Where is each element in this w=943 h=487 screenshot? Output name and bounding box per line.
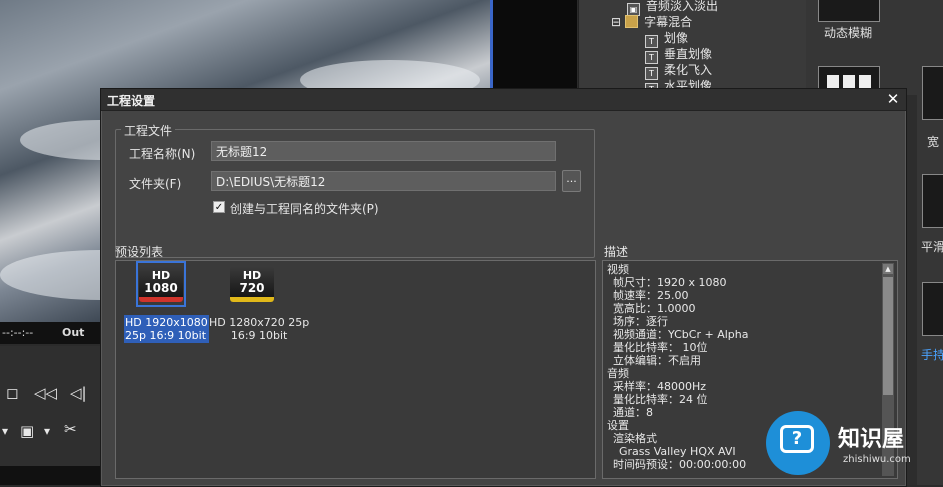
- desc-line: 立体编辑：不启用: [613, 354, 701, 367]
- hd-icon-top: HD: [242, 269, 262, 282]
- create-folder-checkbox[interactable]: ✓: [213, 201, 225, 213]
- watermark-subtitle: zhishiwu.com: [843, 454, 911, 465]
- preset-line2: 16:9 10bit: [230, 329, 288, 342]
- hd-1080-icon[interactable]: HD 1080: [139, 266, 183, 302]
- folder-label: 文件夹(F): [129, 177, 182, 191]
- hd-icon-bottom: 1080: [144, 281, 178, 295]
- grid-icon: [827, 75, 871, 89]
- transport-controls: ◻ ◁◁ ◁| ▾ ▣ ▾ ✂: [0, 346, 100, 466]
- thumb-label: 手持: [920, 348, 943, 362]
- folder-path-input[interactable]: D:\EDIUS\无标题12: [211, 171, 556, 191]
- preset-list: HD 1080 HD 1920x1080 25p 16:9 10bit HD 7…: [115, 260, 596, 479]
- preset-list-label: 预设列表: [115, 245, 164, 259]
- collapse-icon[interactable]: ⊟: [611, 15, 621, 29]
- tree-item[interactable]: ▣ 音频淡入淡出: [627, 0, 719, 16]
- desc-line: 帧尺寸：1920 x 1080: [613, 276, 727, 289]
- timecode-value: --:--:--: [2, 326, 34, 339]
- desc-line: 帧速率：25.00: [613, 289, 689, 302]
- create-folder-label: 创建与工程同名的文件夹(P): [230, 202, 379, 216]
- save-icon[interactable]: ▣: [20, 422, 34, 440]
- project-name-label: 工程名称(N): [129, 147, 196, 161]
- step-back-icon[interactable]: ◁|: [70, 384, 87, 402]
- tree-item[interactable]: T 柔化飞入: [645, 62, 713, 80]
- tree-item[interactable]: T 划像: [645, 30, 689, 48]
- watermark: ? 知识屋 zhishiwu.com: [766, 407, 943, 485]
- scroll-up-icon[interactable]: ▲: [883, 264, 893, 274]
- effects-tree: ▣音频淡入淡出 ⊟字幕混合 T划像 T垂直划像 T柔化飞入 T水平划像: [578, 0, 807, 96]
- question-bubble-icon: ?: [766, 411, 830, 475]
- scissors-icon[interactable]: ✂: [64, 420, 77, 438]
- scroll-thumb[interactable]: [883, 277, 893, 395]
- preset-line1: HD 1280x720 25p: [209, 316, 310, 329]
- watermark-title: 知识屋: [838, 427, 905, 452]
- tree-item-label: 划像: [664, 31, 689, 45]
- desc-line: Grass Valley HQX AVI: [619, 445, 736, 458]
- stop-icon[interactable]: ◻: [6, 384, 18, 402]
- thumb-label: 宽: [926, 135, 939, 149]
- desc-line: 通道：8: [613, 406, 653, 419]
- desc-line: 场序：逐行: [613, 315, 668, 328]
- tree-item-label: 垂直划像: [664, 47, 713, 61]
- preset-item-label[interactable]: HD 1920x1080 25p 16:9 10bit: [124, 315, 209, 343]
- desc-line: 量化比特率： 10位: [613, 341, 708, 354]
- desc-line: 视频通道：YCbCr + Alpha: [613, 328, 749, 341]
- hd-icon-bottom: 720: [239, 281, 265, 295]
- effect-thumb[interactable]: [922, 66, 943, 120]
- tree-item-label: 柔化飞入: [664, 63, 713, 77]
- dropdown-icon[interactable]: ▾: [44, 424, 50, 438]
- dropdown-icon[interactable]: ▾: [2, 424, 8, 438]
- hd-icon-top: HD: [151, 269, 171, 282]
- folder-icon: [625, 15, 639, 28]
- desc-line: 采样率：48000Hz: [613, 380, 707, 393]
- desc-line: 渲染格式: [613, 432, 657, 445]
- desc-line: 视频: [607, 263, 629, 276]
- dialog-titlebar[interactable]: 工程设置 ✕: [101, 89, 906, 111]
- effect-thumb[interactable]: [922, 282, 943, 336]
- preset-line2: 25p 16:9 10bit: [125, 329, 207, 342]
- browse-folder-button[interactable]: ...: [562, 170, 581, 192]
- timeline-strip: [0, 466, 100, 485]
- project-file-legend: 工程文件: [121, 122, 176, 139]
- timecode-bar: --:--:-- Out: [0, 322, 100, 344]
- rewind-icon[interactable]: ◁◁: [34, 384, 57, 402]
- project-name-input[interactable]: 无标题12: [211, 141, 556, 161]
- tree-item-label: 音频淡入淡出: [646, 0, 719, 13]
- desc-line: 音频: [607, 367, 629, 380]
- desc-line: 时间码预设：00:00:00:00: [613, 458, 747, 471]
- preset-line1: HD 1920x1080: [125, 316, 208, 329]
- effect-thumb[interactable]: [818, 0, 880, 22]
- desc-line: 宽高比：1.0000: [613, 302, 696, 315]
- thumb-label: 平滑: [920, 240, 943, 254]
- dialog-title: 工程设置: [107, 94, 156, 108]
- tree-item[interactable]: T 垂直划像: [645, 46, 713, 64]
- desc-line: 设置: [607, 419, 629, 432]
- hd-720-icon[interactable]: HD 720: [230, 266, 274, 302]
- thumb-label: 动态模糊: [823, 26, 872, 40]
- hd-accent-bar: [139, 297, 183, 302]
- hd-accent-bar: [230, 297, 274, 302]
- close-icon[interactable]: ✕: [884, 90, 902, 108]
- preset-item-label[interactable]: HD 1280x720 25p 16:9 10bit: [209, 316, 309, 342]
- effect-thumb[interactable]: [922, 174, 943, 228]
- tree-item-label: 字幕混合: [644, 15, 693, 29]
- tree-item-folder[interactable]: ⊟ 字幕混合: [611, 14, 692, 30]
- desc-line: 量化比特率：24 位: [613, 393, 708, 406]
- description-label: 描述: [604, 245, 629, 259]
- out-label: Out: [62, 326, 85, 339]
